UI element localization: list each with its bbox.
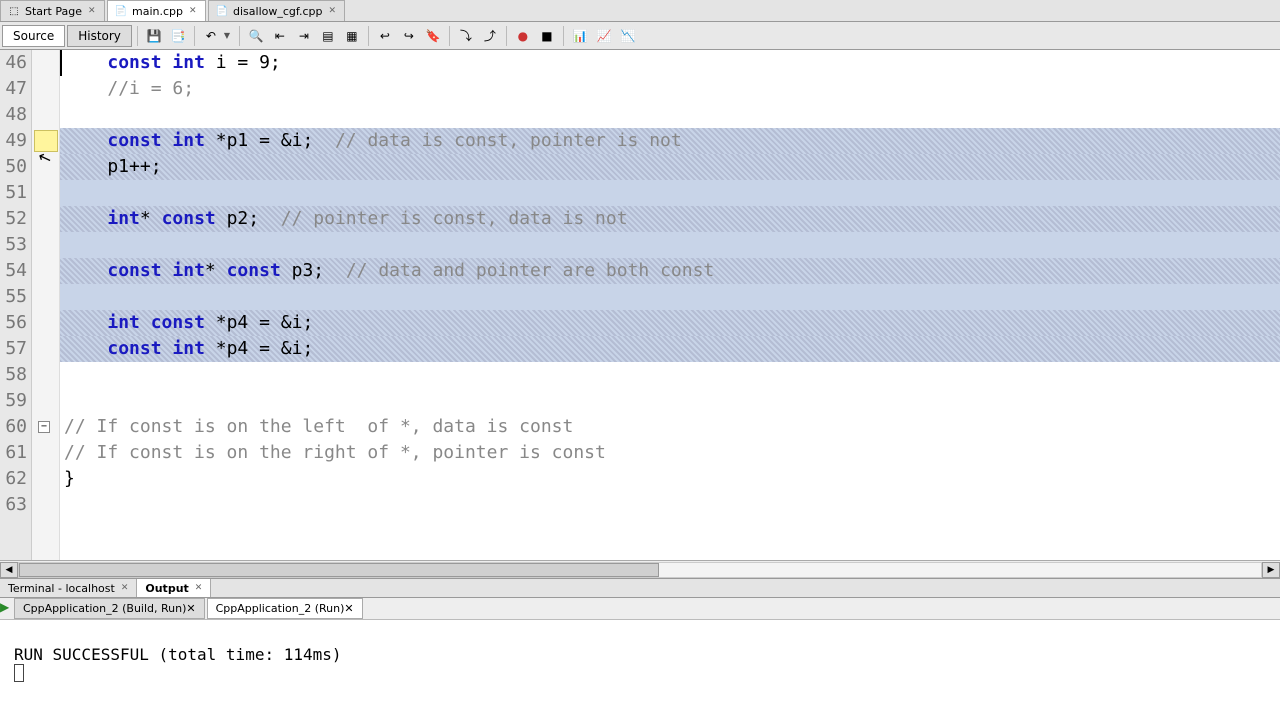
step-in-icon[interactable]: ⤵: [455, 25, 477, 47]
output-panel-tabs: Terminal - localhost ✕ Output ✕: [0, 578, 1280, 598]
run-config-label: CppApplication_2 (Build, Run): [23, 602, 186, 615]
console-line: RUN SUCCESSFUL (total time: 114ms): [14, 645, 1266, 664]
toggle-icon[interactable]: ▦: [341, 25, 363, 47]
file-tabs: ⬚ Start Page ✕ 📄 main.cpp ✕ 📄 disallow_cgf.cpp ✕: [0, 0, 1280, 22]
scroll-left-icon[interactable]: ◀: [0, 562, 18, 578]
code-line[interactable]: }: [60, 466, 1280, 492]
chart1-icon[interactable]: 📊: [569, 25, 591, 47]
run-config-tab[interactable]: CppApplication_2 (Run) ✕: [207, 598, 363, 619]
file-tab-label: main.cpp: [132, 5, 183, 18]
close-icon[interactable]: ✕: [344, 602, 353, 615]
run-config-tabs: ▶ CppApplication_2 (Build, Run) ✕CppAppl…: [0, 598, 1280, 620]
output-tab-label: Terminal - localhost: [8, 582, 115, 595]
stop-icon[interactable]: ■: [536, 25, 558, 47]
save-all-icon[interactable]: 📑: [167, 25, 189, 47]
code-line[interactable]: //i = 6;: [60, 76, 1280, 102]
fold-toggle-icon[interactable]: −: [38, 421, 50, 433]
find-icon[interactable]: 🔍: [245, 25, 267, 47]
code-line[interactable]: [60, 362, 1280, 388]
highlight-icon[interactable]: ▤: [317, 25, 339, 47]
close-icon[interactable]: ✕: [328, 6, 338, 16]
code-body[interactable]: const int i = 9; //i = 6; const int *p1 …: [60, 50, 1280, 560]
nav-back-icon[interactable]: ↩: [374, 25, 396, 47]
code-line[interactable]: int const *p4 = &i;: [60, 310, 1280, 336]
scroll-track[interactable]: [18, 562, 1262, 578]
output-tab-label: Output: [145, 582, 188, 595]
close-icon[interactable]: ✕: [186, 602, 195, 615]
code-line[interactable]: // If const is on the right of *, pointe…: [60, 440, 1280, 466]
tab-history[interactable]: History: [67, 25, 132, 47]
editor-toolbar: Source History 💾📑 ↶▼ 🔍⇤⇥▤▦ ↩↪🔖 ⤵⤴ ●■ 📊📈📉: [0, 22, 1280, 50]
chart2-icon[interactable]: 📈: [593, 25, 615, 47]
run-config-label: CppApplication_2 (Run): [216, 602, 345, 615]
code-line[interactable]: int* const p2; // pointer is const, data…: [60, 206, 1280, 232]
file-tab[interactable]: ⬚ Start Page ✕: [0, 0, 105, 21]
console-cursor: [14, 664, 24, 682]
code-editor[interactable]: 464748495051525354555657585960616263 − c…: [0, 50, 1280, 560]
close-icon[interactable]: ✕: [189, 6, 199, 16]
file-icon: 📄: [114, 4, 128, 18]
nav-fwd-icon[interactable]: ↪: [398, 25, 420, 47]
code-line[interactable]: [60, 388, 1280, 414]
run-config-tab[interactable]: CppApplication_2 (Build, Run) ✕: [14, 598, 205, 619]
code-line[interactable]: // If const is on the left of *, data is…: [60, 414, 1280, 440]
text-cursor: [60, 50, 62, 76]
scroll-right-icon[interactable]: ▶: [1262, 562, 1280, 578]
horizontal-scrollbar[interactable]: ◀ ▶: [0, 560, 1280, 578]
undo-icon[interactable]: ↶: [200, 25, 222, 47]
close-icon[interactable]: ✕: [195, 583, 203, 593]
code-line[interactable]: const int i = 9;: [60, 50, 1280, 76]
save-icon[interactable]: 💾: [143, 25, 165, 47]
code-line[interactable]: [60, 284, 1280, 310]
code-line[interactable]: const int* const p3; // data and pointer…: [60, 258, 1280, 284]
step-out-icon[interactable]: ⤴: [479, 25, 501, 47]
code-line[interactable]: const int *p1 = &i; // data is const, po…: [60, 128, 1280, 154]
output-tab[interactable]: Terminal - localhost ✕: [0, 579, 137, 597]
console-output[interactable]: RUN SUCCESSFUL (total time: 114ms): [0, 620, 1280, 720]
find-next-icon[interactable]: ⇥: [293, 25, 315, 47]
chart3-icon[interactable]: 📉: [617, 25, 639, 47]
close-icon[interactable]: ✕: [121, 583, 129, 593]
bookmark-icon[interactable]: 🔖: [422, 25, 444, 47]
record-icon[interactable]: ●: [512, 25, 534, 47]
code-line[interactable]: [60, 180, 1280, 206]
dropdown-icon[interactable]: ▼: [224, 31, 234, 40]
play-icon: ▶: [0, 600, 12, 616]
file-tab-label: Start Page: [25, 5, 82, 18]
find-prev-icon[interactable]: ⇤: [269, 25, 291, 47]
close-icon[interactable]: ✕: [88, 6, 98, 16]
code-line[interactable]: [60, 492, 1280, 518]
output-tab[interactable]: Output ✕: [137, 579, 211, 597]
code-line[interactable]: [60, 102, 1280, 128]
code-line[interactable]: p1++;: [60, 154, 1280, 180]
code-line[interactable]: [60, 232, 1280, 258]
code-line[interactable]: const int *p4 = &i;: [60, 336, 1280, 362]
fold-column: −: [32, 50, 60, 560]
file-tab-label: disallow_cgf.cpp: [233, 5, 322, 18]
line-gutter: 464748495051525354555657585960616263: [0, 50, 32, 560]
tab-source[interactable]: Source: [2, 25, 65, 47]
file-icon: 📄: [215, 4, 229, 18]
file-tab[interactable]: 📄 main.cpp ✕: [107, 0, 206, 21]
file-icon: ⬚: [7, 4, 21, 18]
scroll-thumb[interactable]: [19, 563, 659, 577]
file-tab[interactable]: 📄 disallow_cgf.cpp ✕: [208, 0, 345, 21]
